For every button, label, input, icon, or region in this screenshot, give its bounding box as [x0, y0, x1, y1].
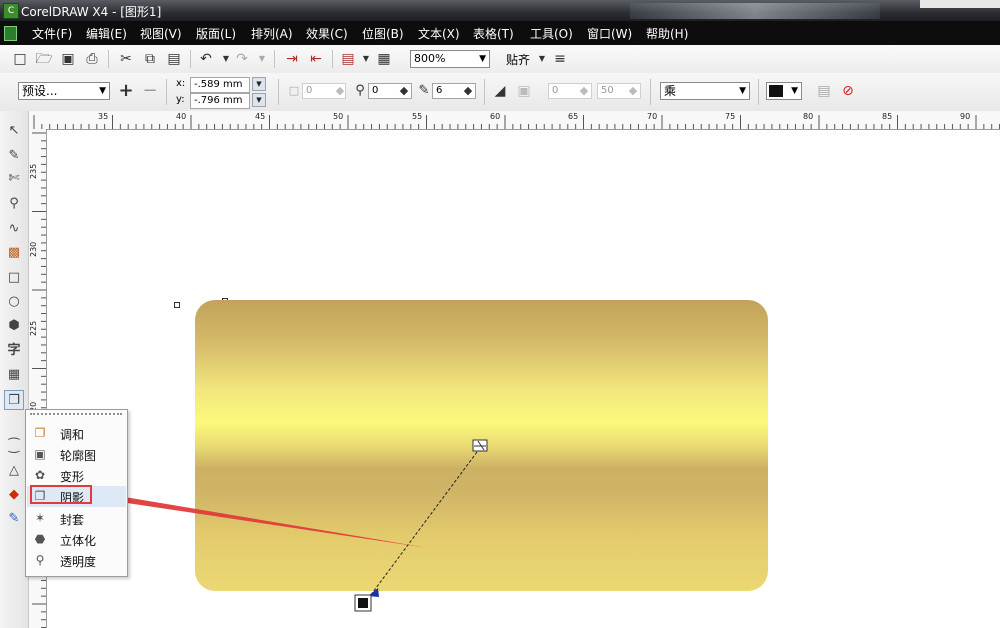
- flyout-item-label: 轮廓图: [60, 449, 97, 463]
- contour-icon: ▣: [34, 447, 46, 461]
- flyout-item-label: 调和: [60, 428, 85, 442]
- flyout-item-transparency[interactable]: ⚲ 透明度: [27, 550, 126, 571]
- flyout-grip[interactable]: [30, 413, 122, 415]
- shadow-direction-line: [369, 447, 481, 597]
- envelope-icon: ✶: [34, 511, 46, 525]
- flyout-item-blend[interactable]: ❐ 调和: [27, 423, 126, 444]
- blend-icon: ❐: [34, 426, 46, 440]
- distort-icon: ✿: [34, 468, 46, 482]
- flyout-item-label: 立体化: [60, 534, 97, 548]
- extrude-icon: ⬣: [34, 532, 46, 546]
- annotation-arrow-shaft: [125, 497, 428, 548]
- flyout-item-contour[interactable]: ▣ 轮廓图: [27, 444, 126, 465]
- flyout-item-label: 封套: [60, 513, 85, 527]
- shadow-vector-overlay: [94, 439, 488, 612]
- shadow-start-handle-icon[interactable]: [472, 439, 488, 452]
- flyout-item-label: 透明度: [60, 555, 97, 569]
- flyout-item-envelope[interactable]: ✶ 封套: [27, 508, 126, 529]
- flyout-item-extrude[interactable]: ⬣ 立体化: [27, 529, 126, 550]
- shadow-color-handle: [358, 598, 368, 608]
- transparency-icon: ⚲: [35, 553, 45, 567]
- flyout-item-distort[interactable]: ✿ 变形: [27, 465, 126, 486]
- annotation-highlight-box: [30, 485, 92, 504]
- flyout-item-label: 变形: [60, 470, 85, 484]
